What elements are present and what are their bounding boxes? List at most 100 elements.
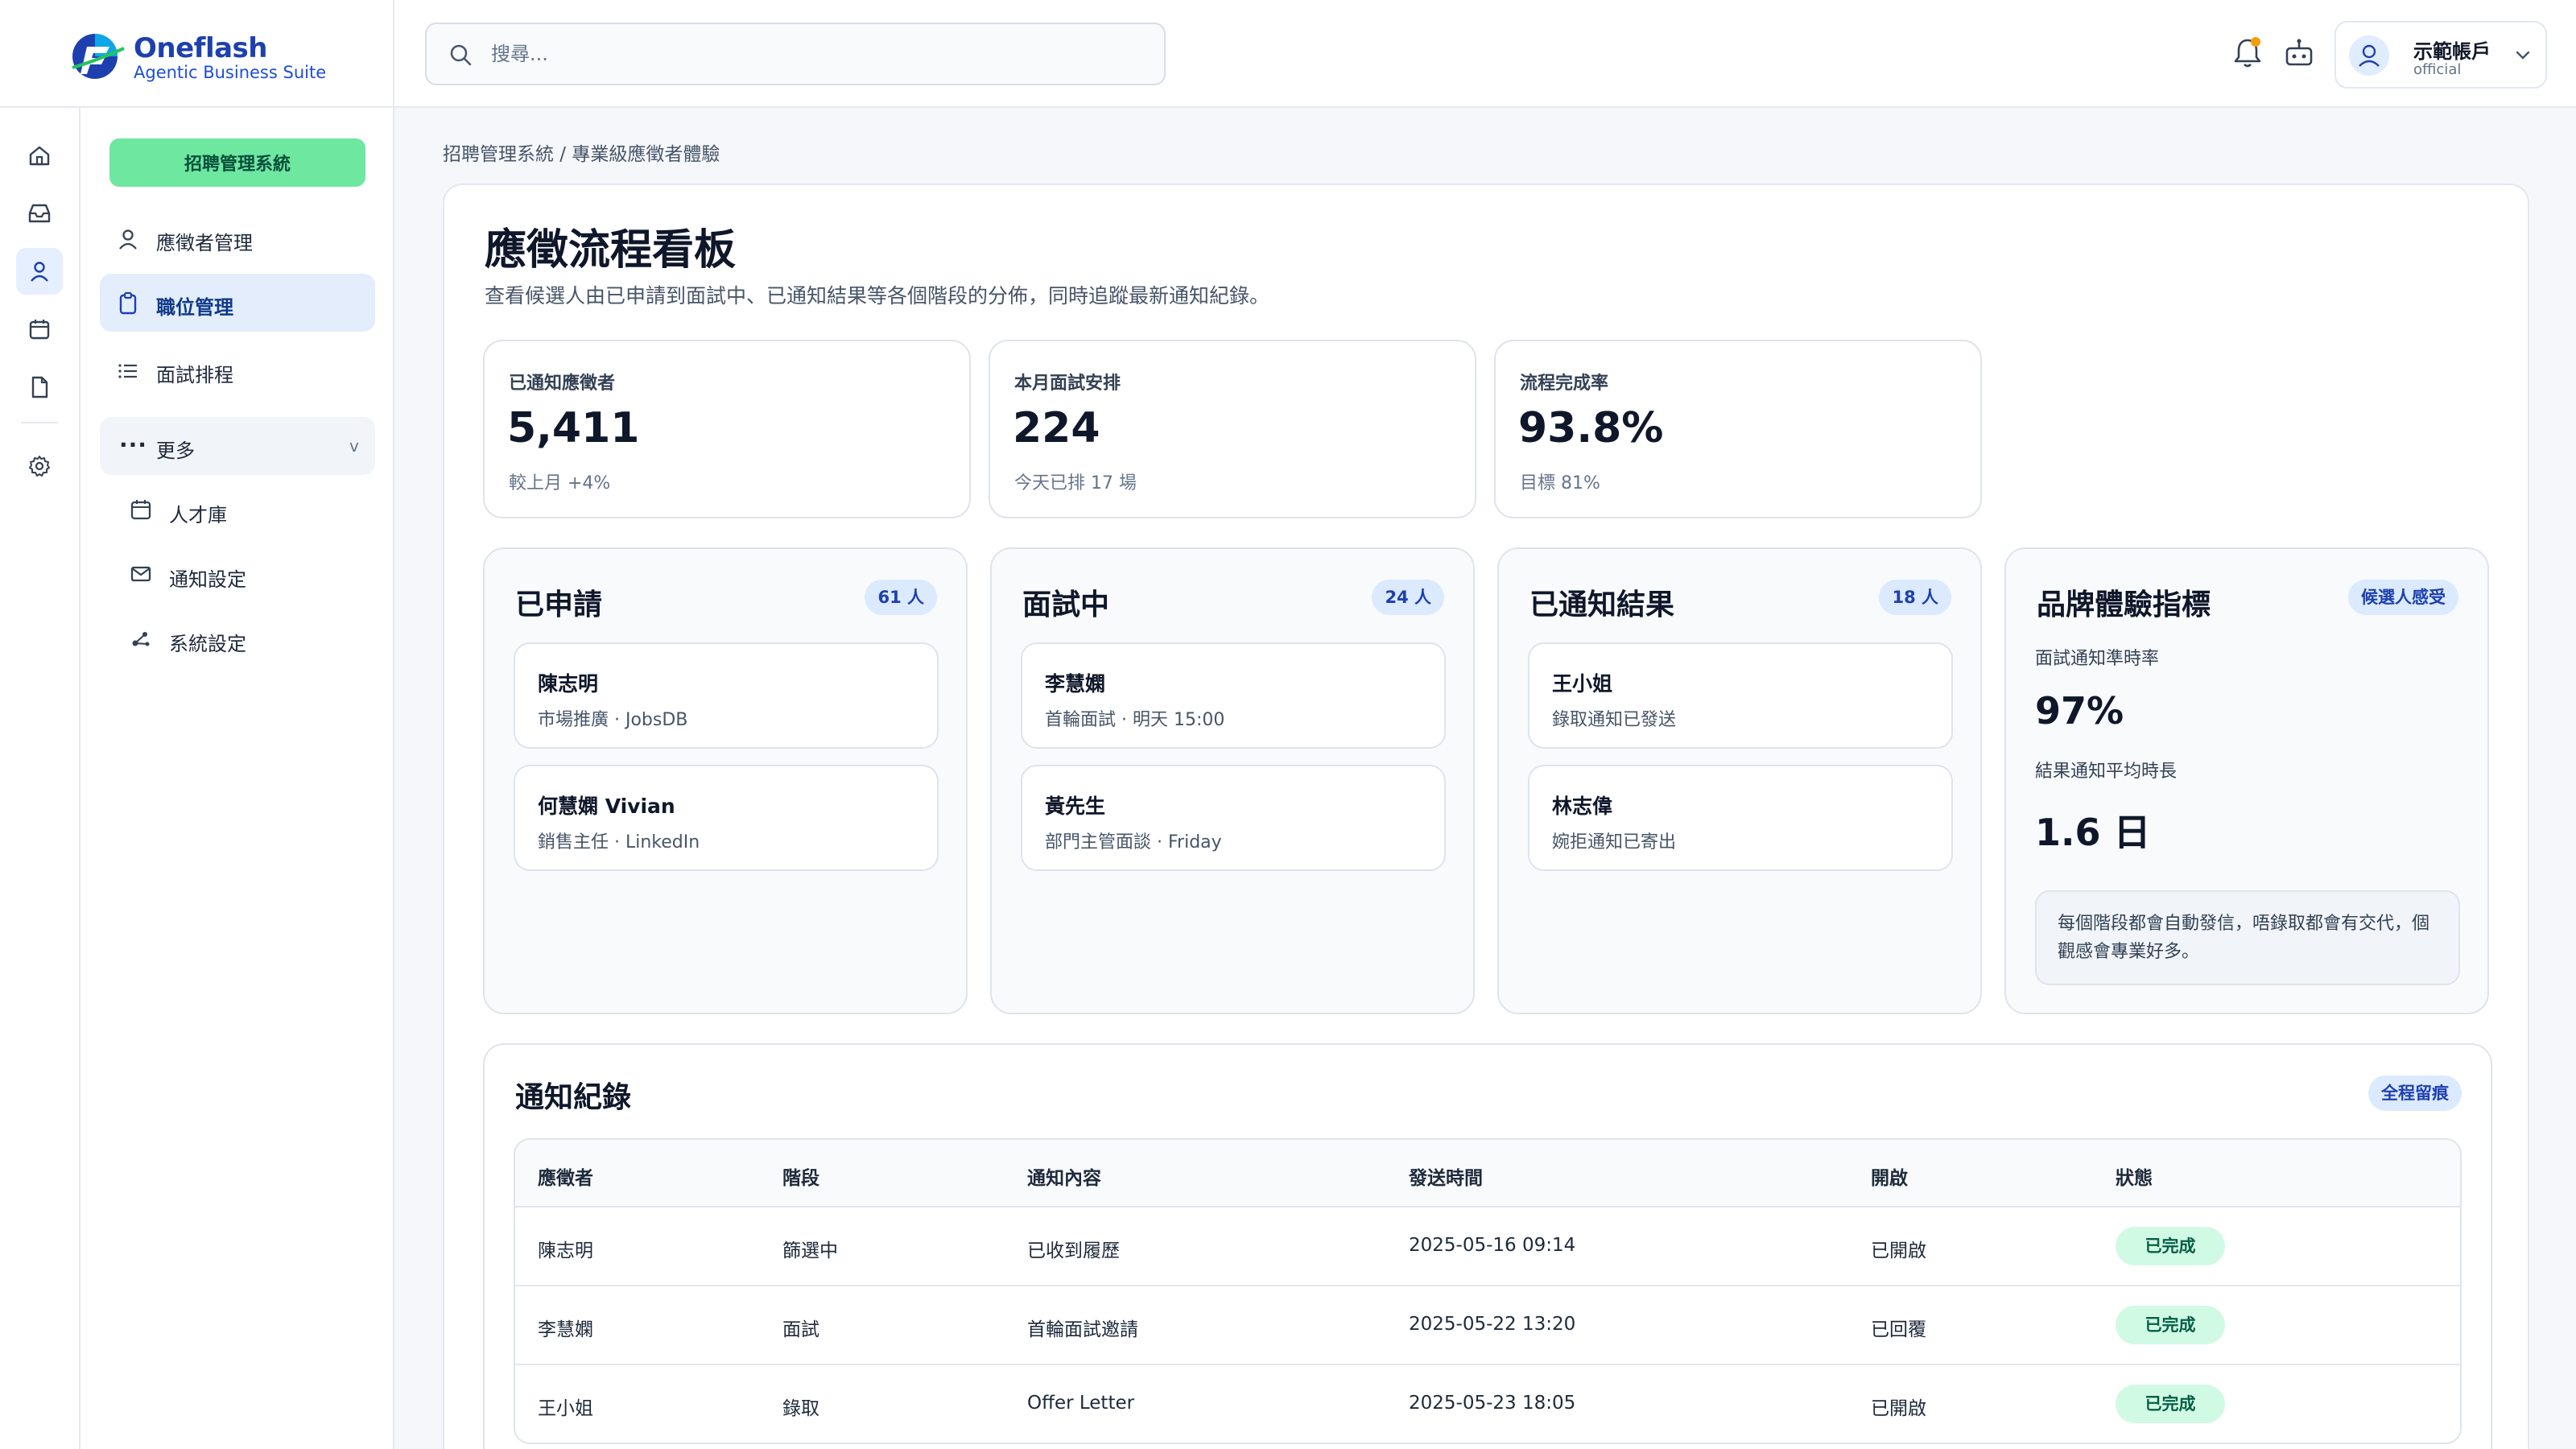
avatar [2349,35,2389,76]
cell-stage: 面試 [782,1319,819,1340]
brand-subtitle: Agentic Business Suite [134,63,327,82]
sidebar-item-label: 人才庫 [169,504,227,526]
column-header: 狀態 [2116,1168,2153,1189]
account-menu[interactable]: 示範帳戶 official [2334,21,2547,89]
metric-value: 97% [2035,689,2124,733]
candidate-card[interactable]: 李慧嫻 首輪面試 · 明天 15:00 [1021,642,1446,749]
count-badge: 61 人 [865,580,937,615]
sidebar-item-candidates[interactable]: 應徵者管理 [100,209,375,267]
candidate-card[interactable]: 何慧嫻 Vivian 銷售主任 · LinkedIn [514,765,939,871]
assistant-button[interactable] [2281,35,2317,71]
notification-dot [2251,37,2260,47]
sidebar-item-system-settings[interactable]: 系統設定 [122,615,364,663]
candidate-name: 林志偉 [1552,795,1613,818]
system-switch-button[interactable]: 招聘管理系統 [109,138,365,187]
kanban-column-interviewing: 面試中 24 人 李慧嫻 首輪面試 · 明天 15:00 黃先生 部門主管面談 … [990,547,1475,1014]
table-row[interactable]: 李慧嫻 面試 首輪面試邀請 2025-05-22 13:20 已回覆 已完成 [515,1286,2460,1365]
rail-calendar[interactable] [16,306,63,353]
rail-documents[interactable] [16,364,63,411]
cell-sent-time: 2025-05-23 18:05 [1409,1393,1576,1414]
notification-log: 通知紀錄 全程留痕 應徵者 階段 通知內容 發送時間 開啟 狀態 陳志明 篩選中… [483,1043,2492,1449]
column-title: 品牌體驗指標 [2037,588,2211,621]
stat-value: 5,411 [507,404,640,452]
nodes-icon [132,632,150,646]
column-header: 開啟 [1871,1168,1908,1189]
table-row[interactable]: 王小姐 錄取 Offer Letter 2025-05-23 18:05 已開啟… [515,1365,2460,1443]
search-icon [450,44,472,66]
search-box[interactable] [425,23,1166,85]
brand-area: Oneflash Agentic Business Suite [0,0,394,108]
sidebar-more-toggle[interactable]: ··· 更多 v [100,417,375,475]
count-badge: 24 人 [1372,580,1444,615]
sidebar-item-notification-settings[interactable]: 通知設定 [122,551,364,599]
candidate-meta: 婉拒通知已寄出 [1552,832,1677,852]
sidebar: 招聘管理系統 應徵者管理 職位管理 面試排程 ··· 更多 v 人才庫 通知設定… [80,108,394,1449]
user-icon [2359,44,2380,67]
more-icon: ··· [119,431,147,458]
column-header: 發送時間 [1409,1168,1483,1189]
column-title: 已通知結果 [1530,588,1675,621]
chevron-down-icon: v [349,436,359,456]
candidate-name: 王小姐 [1552,672,1613,696]
rail-home[interactable] [16,132,63,179]
clipboard-icon [119,291,137,315]
stat-value: 224 [1013,404,1100,452]
candidate-meta: 部門主管面談 · Friday [1045,832,1222,852]
log-badge: 全程留痕 [2368,1075,2462,1111]
candidate-card[interactable]: 黃先生 部門主管面談 · Friday [1021,765,1446,871]
candidate-card[interactable]: 陳志明 市場推廣 · JobsDB [514,642,939,749]
search-input[interactable] [491,35,1135,72]
cell-sent-time: 2025-05-16 09:14 [1409,1235,1576,1256]
candidate-meta: 錄取通知已發送 [1552,710,1677,730]
notification-button[interactable] [2230,35,2265,71]
list-icon [118,364,137,378]
calendar-icon [130,500,151,520]
page-description: 查看候選人由已申請到面試中、已通知結果等各個階段的分佈，同時追蹤最新通知紀錄。 [485,284,1270,308]
column-header: 階段 [782,1168,819,1189]
cell-candidate: 李慧嫻 [538,1319,593,1340]
person-icon [119,229,137,250]
sidebar-item-label: 系統設定 [169,633,246,655]
column-title: 已申請 [515,588,603,621]
stat-card: 本月面試安排 224 今天已排 17 場 [989,340,1476,518]
table-row[interactable]: 陳志明 篩選中 已收到履歷 2025-05-16 09:14 已開啟 已完成 [515,1208,2460,1286]
chevron-down-icon [2516,51,2530,60]
column-title: 面試中 [1022,588,1110,621]
candidate-card[interactable]: 王小姐 錄取通知已發送 [1528,642,1953,749]
more-label: 更多 [156,440,195,462]
rail-settings[interactable] [16,443,63,489]
column-header: 通知內容 [1027,1168,1101,1189]
sidebar-item-interviews[interactable]: 面試排程 [100,341,375,399]
rail-inbox[interactable] [16,190,63,237]
stat-sub: 今天已排 17 場 [1014,473,1137,493]
sidebar-item-talent-pool[interactable]: 人才庫 [122,486,364,535]
stat-card: 流程完成率 93.8% 目標 81% [1494,340,1982,518]
rail-candidates[interactable] [16,248,63,295]
count-badge: 18 人 [1879,580,1951,615]
logo-icon [72,34,125,79]
candidate-name: 何慧嫻 Vivian [538,795,675,818]
cell-candidate: 陳志明 [538,1241,593,1261]
mail-icon [130,566,151,582]
stat-label: 已通知應徵者 [509,374,616,394]
stat-card: 已通知應徵者 5,411 較上月 +4% [483,340,971,518]
stat-label: 本月面試安排 [1014,374,1121,394]
stat-sub: 目標 81% [1520,473,1600,493]
gear-icon [29,456,50,477]
candidate-meta: 銷售主任 · LinkedIn [538,832,700,852]
cell-content: 首輪面試邀請 [1027,1319,1138,1340]
metrics-note: 每個階段都會自動發信，唔錄取都會有交代，個觀感會專業好多。 [2035,890,2460,985]
icon-rail [0,108,80,1449]
candidate-card[interactable]: 林志偉 婉拒通知已寄出 [1528,765,1953,871]
sidebar-item-positions[interactable]: 職位管理 [100,274,375,332]
cell-opened: 已開啟 [1871,1241,1926,1261]
cell-opened: 已回覆 [1871,1319,1926,1340]
top-bar: Oneflash Agentic Business Suite 搜尋... 示範… [0,0,2576,108]
calendar-icon [29,320,50,340]
kanban-column-applied: 已申請 61 人 陳志明 市場推廣 · JobsDB 何慧嫻 Vivian 銷售… [483,547,968,1014]
table-header: 應徵者 階段 通知內容 發送時間 開啟 狀態 [515,1140,2460,1208]
user-icon [31,262,48,282]
status-badge: 已完成 [2116,1385,2225,1423]
inbox-icon [28,204,51,223]
candidate-name: 陳志明 [538,672,599,696]
